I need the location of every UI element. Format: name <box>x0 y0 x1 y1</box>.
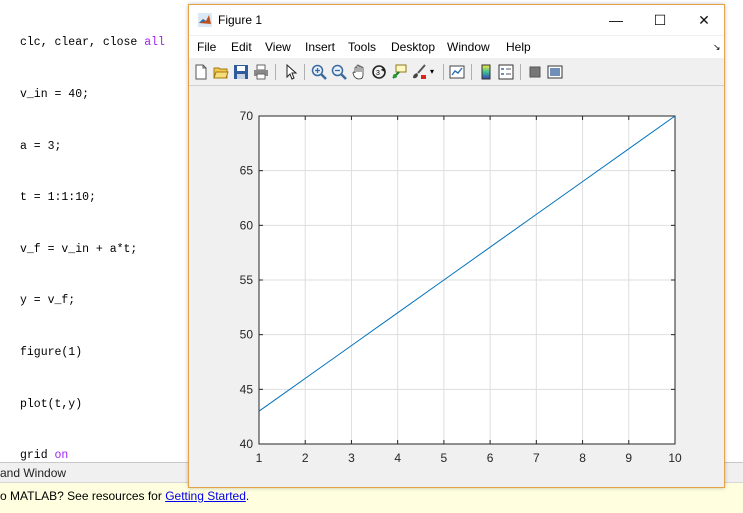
code-line: figure(1) <box>20 346 83 360</box>
y-tick-label: 55 <box>240 273 254 287</box>
code-line: y = v_f; <box>20 294 76 308</box>
menu-file[interactable]: File <box>197 40 216 54</box>
message-text: o MATLAB? See resources for <box>0 489 166 503</box>
figure-window[interactable]: Figure 1 — ☐ ✕ File Edit View Insert Too… <box>188 4 725 488</box>
figure-titlebar[interactable]: Figure 1 — ☐ ✕ <box>189 5 724 35</box>
figure-menubar: File Edit View Insert Tools Desktop Wind… <box>189 36 724 58</box>
command-window-title: and Window <box>0 466 67 480</box>
code-line: plot(t,y) <box>20 397 83 411</box>
code-lines: clc, clear, close all v_in = 40; a = 3; … <box>20 0 165 499</box>
x-tick-label: 3 <box>348 451 355 465</box>
code-line: v_in = 40; <box>20 88 90 102</box>
x-tick-labels: 1 2 3 4 5 6 7 8 9 10 <box>256 451 682 465</box>
y-tick-label: 70 <box>240 109 254 123</box>
code-line: a = 3; <box>20 139 62 153</box>
y-tick-labels: 40 45 50 55 60 65 70 <box>240 109 254 451</box>
y-tick-label: 40 <box>240 437 254 451</box>
svg-text:3: 3 <box>376 70 380 77</box>
new-figure-icon[interactable] <box>193 64 209 80</box>
code-line: v_f = v_in + a*t; <box>20 242 138 256</box>
x-tick-label: 6 <box>487 451 494 465</box>
pointer-icon[interactable] <box>283 64 299 80</box>
open-file-icon[interactable] <box>213 64 229 80</box>
show-plot-tools-icon[interactable] <box>547 64 563 80</box>
menu-tools[interactable]: Tools <box>348 40 376 54</box>
menu-window[interactable]: Window <box>447 40 490 54</box>
code-line: clc, clear, close all <box>20 36 165 50</box>
rotate-3d-icon[interactable]: 3 <box>371 64 387 80</box>
menu-edit[interactable]: Edit <box>231 40 252 54</box>
toolbar-separator <box>520 64 521 80</box>
zoom-in-icon[interactable] <box>311 64 327 80</box>
x-tick-label: 9 <box>625 451 632 465</box>
print-icon[interactable] <box>253 64 269 80</box>
figure-toolbar: 3 ▾ <box>189 58 724 86</box>
menu-view[interactable]: View <box>265 40 291 54</box>
menu-insert[interactable]: Insert <box>305 40 335 54</box>
colorbar-icon[interactable] <box>478 64 494 80</box>
minimize-button[interactable]: — <box>593 5 639 35</box>
toolbar-separator <box>275 64 276 80</box>
code-line: t = 1:1:10; <box>20 191 96 205</box>
plot-area[interactable]: 1 2 3 4 5 6 7 8 9 10 40455055606570 <box>189 87 724 477</box>
getting-started-link[interactable]: Getting Started <box>165 489 246 503</box>
x-tick-label: 1 <box>256 451 263 465</box>
close-button[interactable]: ✕ <box>681 5 727 35</box>
menu-help[interactable]: Help <box>506 40 531 54</box>
toolbar-separator <box>443 64 444 80</box>
x-tick-label: 4 <box>394 451 401 465</box>
toolbar-separator <box>471 64 472 80</box>
matlab-logo-icon <box>198 13 212 27</box>
zoom-out-icon[interactable] <box>331 64 347 80</box>
x-tick-label: 7 <box>533 451 540 465</box>
toolbar-separator <box>304 64 305 80</box>
x-tick-label: 5 <box>441 451 448 465</box>
legend-icon[interactable] <box>498 64 514 80</box>
link-plot-icon[interactable] <box>449 64 465 80</box>
x-tick-label: 10 <box>668 451 682 465</box>
x-tick-label: 8 <box>579 451 586 465</box>
x-tick-label: 2 <box>302 451 309 465</box>
hide-plot-tools-icon[interactable] <box>527 64 543 80</box>
brush-icon[interactable] <box>411 64 427 80</box>
figure-title: Figure 1 <box>218 13 263 27</box>
y-tick-label: 65 <box>240 164 254 178</box>
y-tick-label: 60 <box>240 218 254 232</box>
maximize-button[interactable]: ☐ <box>637 5 683 35</box>
menu-dock-arrow-icon[interactable]: ↘ <box>713 42 721 53</box>
menu-desktop[interactable]: Desktop <box>391 40 435 54</box>
pan-icon[interactable] <box>351 64 367 80</box>
save-icon[interactable] <box>233 64 249 80</box>
y-tick-label: 45 <box>240 382 254 396</box>
y-tick-label: 50 <box>240 328 254 342</box>
data-cursor-icon[interactable] <box>391 64 407 80</box>
